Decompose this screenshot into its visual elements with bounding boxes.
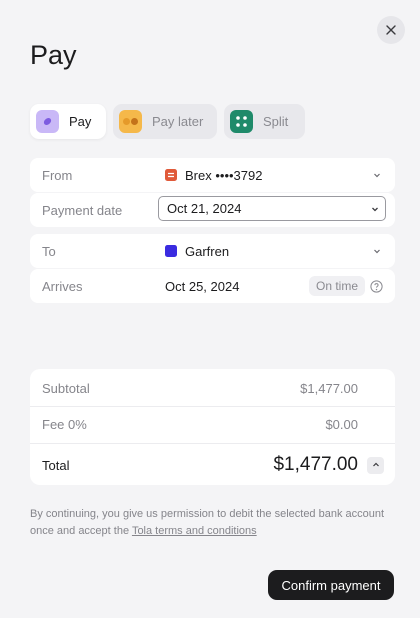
recipient-icon — [165, 245, 177, 257]
from-account: Brex ••••3792 — [185, 167, 263, 183]
pay-icon — [36, 110, 59, 133]
payment-date-select[interactable]: Oct 21, 2024 — [158, 196, 386, 221]
from-field[interactable]: From Brex ••••3792 — [30, 158, 395, 192]
fee-label: Fee 0% — [42, 416, 87, 432]
total-row: Total $1,477.00 — [30, 453, 395, 477]
disclaimer-text: By continuing, you give us permission to… — [30, 506, 395, 540]
tab-split[interactable]: Split — [224, 104, 305, 139]
tab-split-label: Split — [263, 114, 289, 129]
divider — [30, 406, 395, 407]
payment-type-tabs: Pay Pay later Split — [30, 104, 305, 139]
tab-pay-later[interactable]: Pay later — [113, 104, 217, 139]
confirm-payment-button[interactable]: Confirm payment — [268, 570, 394, 600]
subtotal-row: Subtotal $1,477.00 — [30, 379, 395, 397]
bank-icon — [165, 169, 177, 181]
split-icon — [230, 110, 253, 133]
arrives-field: Arrives Oct 25, 2024 On time — [30, 269, 395, 303]
tab-pay-label: Pay — [69, 114, 92, 129]
total-value: $1,477.00 — [273, 454, 358, 475]
chevron-down-icon — [372, 207, 378, 211]
payment-date-label: Payment date — [42, 202, 123, 218]
fee-value: $0.00 — [325, 416, 358, 432]
chevron-up-icon — [372, 462, 379, 467]
help-icon[interactable] — [370, 279, 383, 293]
pay-later-icon — [119, 110, 142, 133]
arrives-value: Oct 25, 2024 — [165, 278, 240, 294]
to-label: To — [42, 243, 56, 259]
to-value: Garfren — [165, 244, 229, 259]
chevron-down-icon — [374, 249, 380, 254]
tab-pay[interactable]: Pay — [30, 104, 106, 139]
total-label: Total — [42, 457, 70, 473]
chevron-down-icon — [374, 173, 380, 178]
payment-summary: Subtotal $1,477.00 Fee 0% $0.00 Total $1… — [30, 369, 395, 485]
close-icon — [386, 25, 396, 35]
expand-summary-button[interactable] — [367, 456, 384, 474]
to-field[interactable]: To Garfren — [30, 234, 395, 268]
from-label: From — [42, 167, 73, 183]
payment-date-value: Oct 21, 2024 — [167, 201, 242, 216]
recipient-name: Garfren — [185, 243, 230, 259]
subtotal-value: $1,477.00 — [300, 380, 358, 396]
tab-pay-later-label: Pay later — [152, 114, 204, 129]
terms-link[interactable]: Tola terms and conditions — [132, 525, 257, 537]
on-time-badge: On time — [309, 276, 366, 296]
arrives-label: Arrives — [42, 278, 83, 294]
from-value: Brex ••••3792 — [165, 168, 262, 183]
divider — [30, 443, 395, 444]
page-title: Pay — [30, 40, 77, 70]
close-button[interactable] — [377, 16, 405, 44]
payment-date-field: Payment date Oct 21, 2024 — [30, 193, 395, 227]
fee-row: Fee 0% $0.00 — [30, 415, 395, 433]
subtotal-label: Subtotal — [42, 380, 90, 396]
